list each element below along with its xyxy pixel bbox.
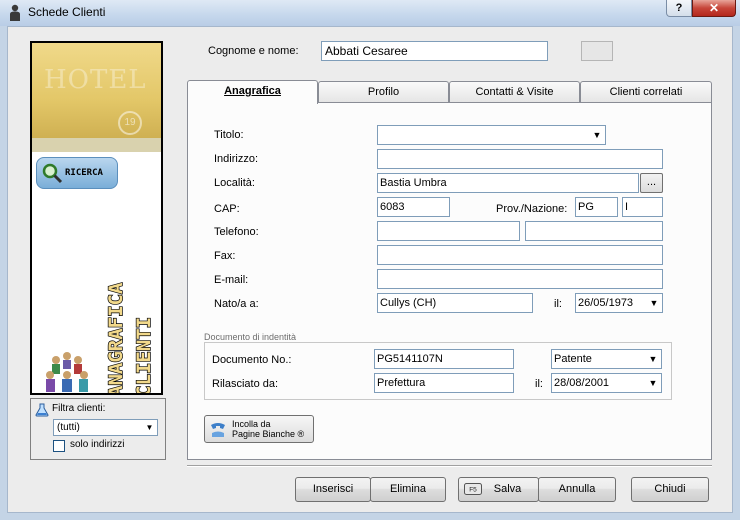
incolla-label-line1: Incolla da: [232, 419, 271, 429]
salva-label: Salva: [493, 483, 522, 495]
people-group-icon: [46, 352, 88, 392]
window-content: HOTEL 19 RICERCA ANAGRAFICA CLIENTI Filt…: [7, 26, 733, 513]
person-icon: [10, 4, 20, 21]
f5-key-icon: F5: [464, 483, 482, 495]
chevron-down-icon: ▼: [145, 423, 154, 432]
close-button[interactable]: ✕: [692, 0, 736, 17]
tab-contatti-visite[interactable]: Contatti & Visite: [449, 81, 580, 103]
data-nascita-label: il:: [554, 298, 562, 310]
fax-field[interactable]: [377, 245, 663, 265]
solo-indirizzi-checkbox[interactable]: [53, 440, 65, 452]
magnifier-icon: [42, 163, 63, 184]
hotel-logo-icon: 19: [118, 111, 142, 135]
titolo-label: Titolo:: [214, 129, 244, 141]
nato-label: Nato/a a:: [214, 298, 259, 310]
chevron-down-icon: ▼: [592, 130, 602, 140]
incolla-label-line2: Pagine Bianche ®: [232, 429, 305, 439]
salva-button[interactable]: F5 Salva: [458, 477, 539, 502]
elimina-button[interactable]: Elimina: [370, 477, 446, 502]
vertical-title-anagrafica: ANAGRAFICA: [105, 282, 127, 395]
incolla-pagine-bianche-button[interactable]: Incolla da Pagine Bianche ®: [204, 415, 314, 443]
data-rilascio-value: 28/08/2001: [554, 377, 610, 389]
indirizzo-field[interactable]: [377, 149, 663, 169]
localita-browse-button[interactable]: ...: [640, 173, 663, 193]
schede-clienti-window: Schede Clienti ? ✕ HOTEL 19 RICERCA ANAG…: [0, 0, 740, 520]
chiudi-button[interactable]: Chiudi: [631, 477, 709, 502]
localita-label: Località:: [214, 177, 255, 189]
tab-strip: Anagrafica Profilo Contatti & Visite Cli…: [187, 80, 712, 104]
hotel-banner-image: HOTEL 19: [32, 43, 161, 138]
inserisci-button[interactable]: Inserisci: [295, 477, 371, 502]
filter-select[interactable]: (tutti) ▼: [53, 419, 158, 436]
client-indicator-box: [581, 41, 613, 61]
tab-clienti-correlati[interactable]: Clienti correlati: [580, 81, 712, 103]
fax-label: Fax:: [214, 250, 236, 262]
documento-tipo-select[interactable]: Patente ▼: [551, 349, 662, 369]
data-rilascio-label: il:: [535, 378, 543, 390]
nazione-field[interactable]: I: [622, 197, 663, 217]
documento-tipo-value: Patente: [554, 353, 592, 365]
rilasciato-field[interactable]: Prefettura: [374, 373, 514, 393]
documento-group-title: Documento di indentità: [204, 332, 299, 342]
chevron-down-icon: ▼: [648, 354, 658, 364]
vertical-title-clienti: CLIENTI: [133, 317, 155, 395]
indirizzo-label: Indirizzo:: [214, 153, 259, 165]
hotel-watermark: HOTEL: [44, 65, 147, 95]
filter-panel: Filtra clienti: (tutti) ▼ solo indirizzi: [30, 398, 166, 460]
phone-book-icon: [211, 423, 225, 437]
email-field[interactable]: [377, 269, 663, 289]
email-label: E-mail:: [214, 274, 249, 286]
ricerca-label: RICERCA: [65, 168, 103, 178]
cap-label: CAP:: [214, 203, 240, 215]
data-nascita-picker[interactable]: 26/05/1973 ▼: [575, 293, 663, 313]
help-button[interactable]: ?: [666, 0, 692, 17]
divider: [187, 465, 712, 467]
window-title: Schede Clienti: [28, 5, 106, 19]
telefono-field-1[interactable]: [377, 221, 520, 241]
client-name-label: Cognome e nome:: [208, 45, 299, 57]
luogo-nascita-field[interactable]: Cullys (CH): [377, 293, 533, 313]
documento-numero-field[interactable]: PG5141107N: [374, 349, 514, 369]
data-nascita-value: 26/05/1973: [578, 297, 634, 309]
titolo-select[interactable]: ▼: [377, 125, 606, 145]
banner-stripe: [32, 138, 161, 152]
chevron-down-icon: ▼: [648, 378, 658, 388]
rilasciato-label: Rilasciato da:: [212, 378, 279, 390]
prov-nazione-label: Prov./Nazione:: [496, 203, 568, 215]
title-bar: Schede Clienti ? ✕: [0, 0, 740, 26]
solo-indirizzi-label: solo indirizzi: [70, 439, 125, 450]
tab-profilo[interactable]: Profilo: [318, 81, 449, 103]
telefono-field-2[interactable]: [525, 221, 663, 241]
chevron-down-icon: ▼: [649, 298, 659, 308]
localita-field[interactable]: Bastia Umbra: [377, 173, 639, 193]
anagrafica-clienti-vertical-title: ANAGRAFICA CLIENTI: [104, 281, 155, 395]
documento-numero-label: Documento No.:: [212, 354, 292, 366]
cap-field[interactable]: 6083: [377, 197, 450, 217]
filter-label: Filtra clienti:: [52, 403, 106, 414]
filter-select-value: (tutti): [57, 422, 80, 433]
client-name-field[interactable]: Abbati Cesaree: [321, 41, 548, 61]
annulla-button[interactable]: Annulla: [538, 477, 616, 502]
tab-anagrafica[interactable]: Anagrafica: [187, 80, 318, 104]
anagrafica-banner: HOTEL 19 RICERCA ANAGRAFICA CLIENTI: [30, 41, 163, 395]
ricerca-button[interactable]: RICERCA: [36, 157, 118, 189]
incolla-label: Incolla da Pagine Bianche ®: [232, 419, 304, 439]
telefono-label: Telefono:: [214, 226, 259, 238]
provincia-field[interactable]: PG: [575, 197, 618, 217]
salva-key-label: F5: [469, 487, 477, 494]
flask-icon: [35, 403, 49, 417]
data-rilascio-picker[interactable]: 28/08/2001 ▼: [551, 373, 662, 393]
